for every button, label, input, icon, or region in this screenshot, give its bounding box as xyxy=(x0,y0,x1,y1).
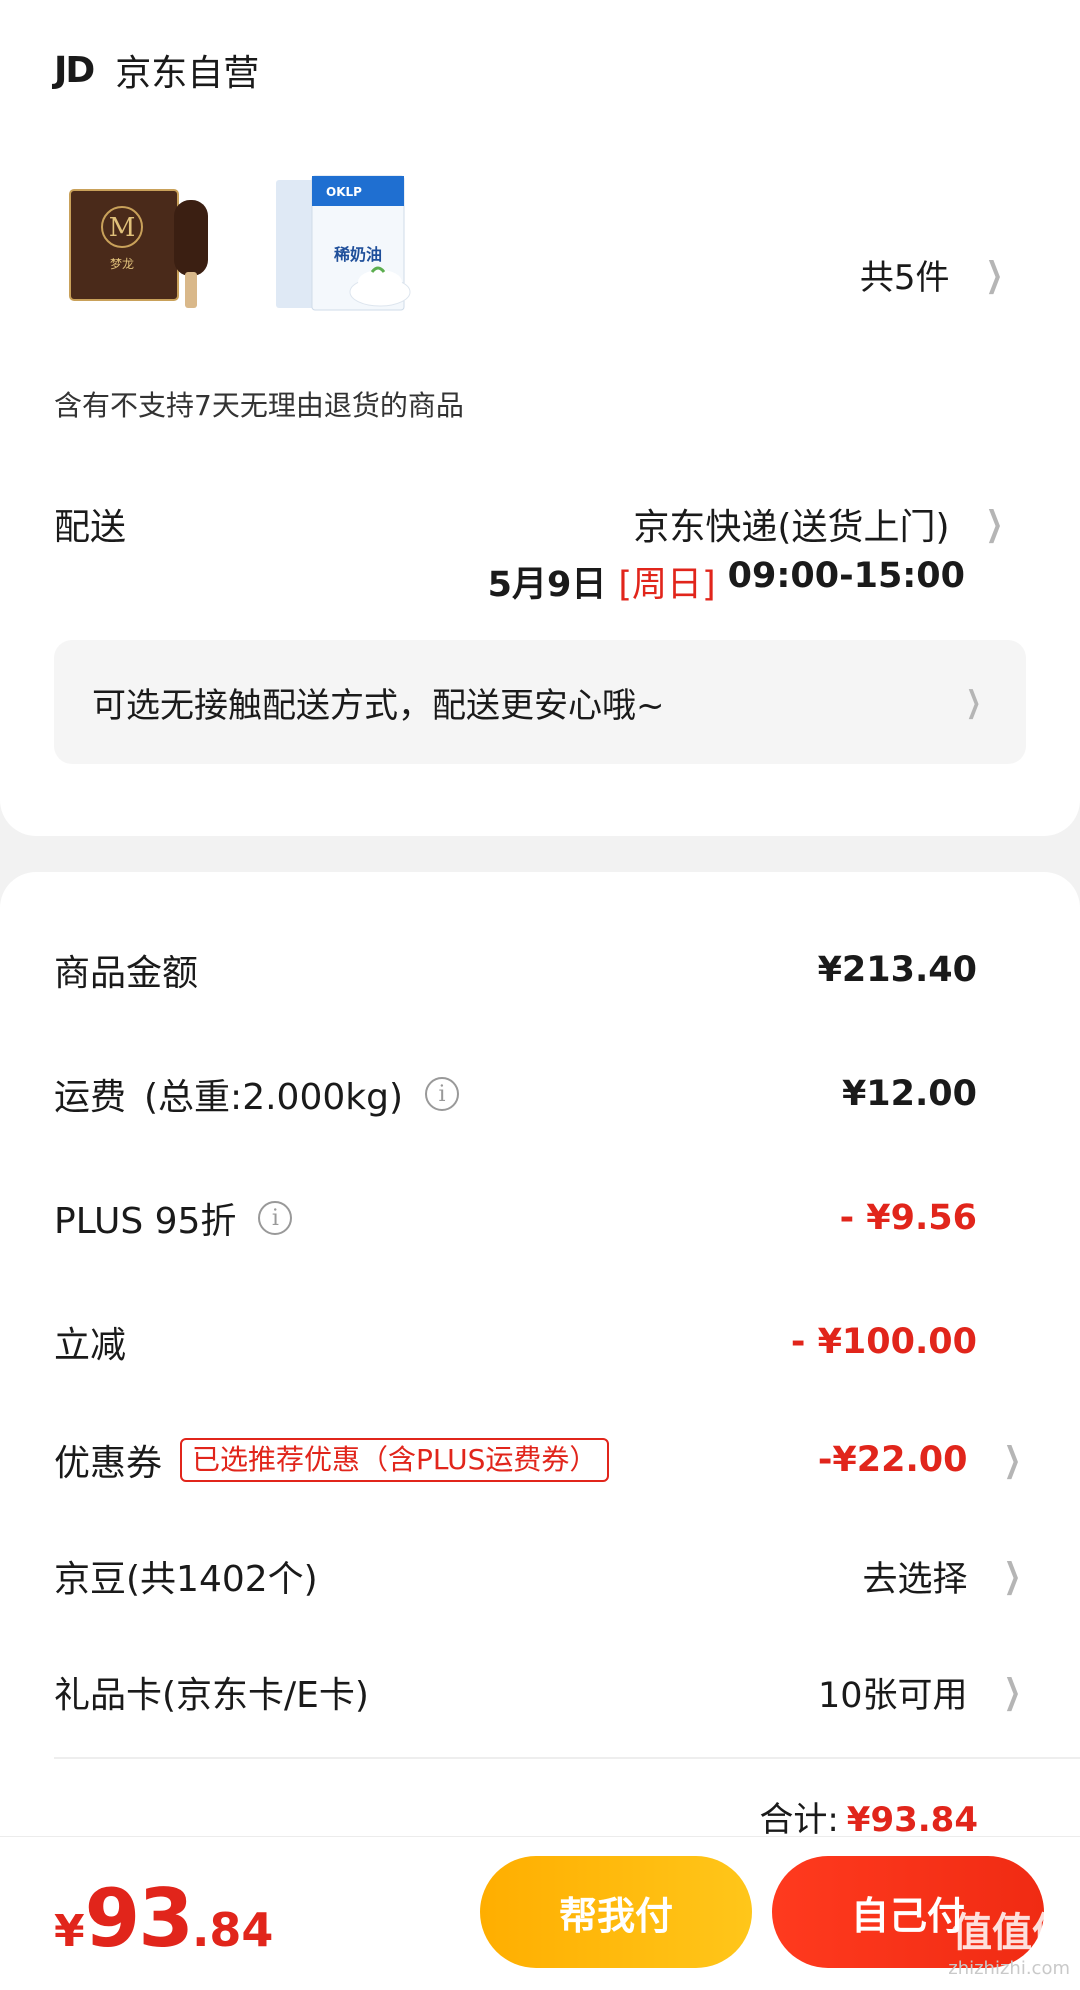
goods-amount-label: 商品金额 xyxy=(54,953,199,994)
coupon-value: -¥22.00 xyxy=(817,1440,968,1480)
gift-card-row[interactable]: 礼品卡(京东卡/E卡) 10张可用 ❯ xyxy=(54,1666,1026,1718)
chevron-right-icon: ❯ xyxy=(1003,1440,1021,1480)
freight-label: 运费 xyxy=(54,1077,127,1118)
product-thumb-cream[interactable]: OKLP 稀奶油 xyxy=(268,172,418,326)
store-name: 京东自营 xyxy=(115,53,260,94)
watermark-logo: 值值值 xyxy=(952,1910,1072,1956)
instant-reduction-value: - ¥100.00 xyxy=(790,1322,977,1362)
info-icon[interactable]: i xyxy=(425,1077,459,1111)
coupon-label: 优惠券 xyxy=(54,1443,163,1484)
return-policy-notice: 含有不支持7天无理由退货的商品 xyxy=(54,389,464,422)
coupon-row[interactable]: 优惠券 已选推荐优惠（含PLUS运费券） -¥22.00 ❯ xyxy=(54,1434,1026,1486)
product-thumb-magnum[interactable]: M 梦龙 xyxy=(66,172,216,326)
product-count-label: 共5件 xyxy=(859,258,950,298)
delivery-weekday: [周日] xyxy=(618,565,716,605)
product-count[interactable]: 共5件 ❯ xyxy=(860,250,1008,299)
divider xyxy=(54,1757,1080,1759)
delivery-time-range: 09:00-15:00 xyxy=(727,556,965,596)
order-total: 合计: ¥93.84 xyxy=(759,1792,978,1841)
total-amount: ¥93.84 xyxy=(846,1800,978,1840)
pay-price-symbol: ¥ xyxy=(54,1906,85,1957)
pay-price: ¥ 93 .84 xyxy=(54,1872,273,1965)
freight-row: 运费 (总重:2.000kg) i ¥12.00 xyxy=(54,1068,1026,1120)
delivery-date: 5月9日 xyxy=(487,565,607,605)
total-label: 合计: xyxy=(759,1800,839,1840)
shipping-label: 配送 xyxy=(54,507,127,548)
chevron-right-icon: ❯ xyxy=(965,684,981,720)
gift-card-label: 礼品卡(京东卡/E卡) xyxy=(54,1675,369,1716)
svg-text:M: M xyxy=(109,213,136,243)
coupon-tag: 已选推荐优惠（含PLUS运费券） xyxy=(180,1438,610,1482)
watermark-url: zhizhizhi.com xyxy=(948,1958,1070,1979)
pay-price-decimal: .84 xyxy=(191,1903,274,1957)
svg-text:梦龙: 梦龙 xyxy=(110,257,134,271)
instant-reduction-label: 立减 xyxy=(54,1325,127,1366)
chevron-right-icon: ❯ xyxy=(985,504,1003,544)
plus-discount-row: PLUS 95折 i - ¥9.56 xyxy=(54,1192,1026,1244)
svg-text:稀奶油: 稀奶油 xyxy=(334,245,382,264)
contactless-text: 可选无接触配送方式，配送更安心哦~ xyxy=(92,685,665,726)
jd-beans-value: 去选择 xyxy=(862,1559,968,1600)
plus-discount-label: PLUS 95折 xyxy=(54,1201,237,1242)
jd-beans-row[interactable]: 京豆(共1402个) 去选择 ❯ xyxy=(54,1550,1026,1602)
goods-amount-row: 商品金额 ¥213.40 xyxy=(54,944,1026,996)
contactless-delivery-option[interactable]: 可选无接触配送方式，配送更安心哦~ ❯ xyxy=(54,640,1026,764)
info-icon[interactable]: i xyxy=(258,1201,293,1235)
chevron-right-icon: ❯ xyxy=(1003,1556,1021,1596)
chevron-right-icon: ❯ xyxy=(1003,1672,1021,1712)
delivery-time[interactable]: 5月9日 [周日] 09:00-15:00 xyxy=(488,556,965,607)
chevron-right-icon: ❯ xyxy=(985,254,1003,295)
plus-discount-value: - ¥9.56 xyxy=(839,1198,977,1238)
jd-beans-label: 京豆(共1402个) xyxy=(54,1559,318,1600)
svg-text:OKLP: OKLP xyxy=(326,185,362,199)
goods-amount-value: ¥213.40 xyxy=(817,950,977,990)
instant-reduction-row: 立减 - ¥100.00 xyxy=(54,1316,1026,1368)
gift-card-value: 10张可用 xyxy=(817,1675,968,1716)
shipping-method-text: 京东快递(送货上门) xyxy=(633,507,950,548)
shipping-method[interactable]: 京东快递(送货上门) ❯ xyxy=(633,498,1008,550)
help-me-pay-button[interactable]: 帮我付 xyxy=(480,1856,752,1968)
pay-price-integer: 93 xyxy=(84,1872,194,1965)
store-header: JD 京东自营 xyxy=(54,44,259,96)
freight-weight: (总重:2.000kg) xyxy=(144,1077,403,1118)
jd-logo: JD xyxy=(54,49,95,91)
freight-value: ¥12.00 xyxy=(841,1074,977,1114)
